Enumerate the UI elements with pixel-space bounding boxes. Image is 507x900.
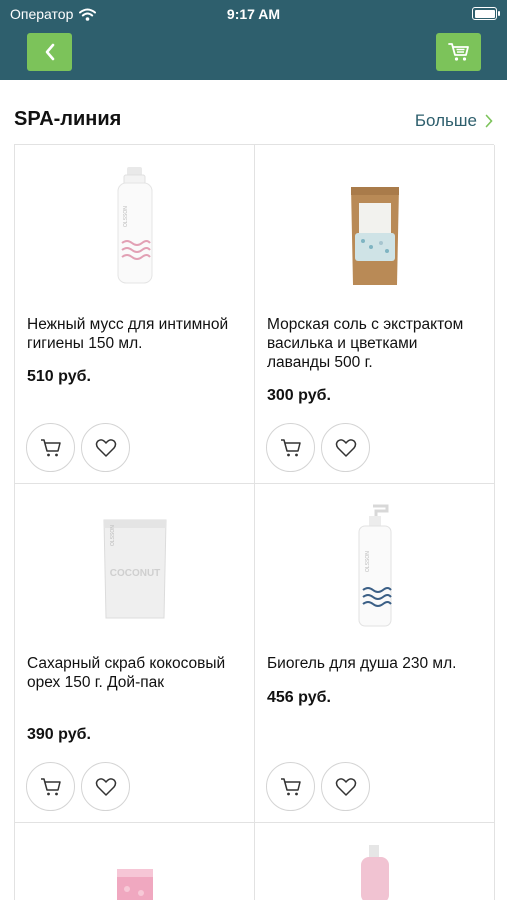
status-time: 9:17 AM: [226, 6, 281, 22]
cart-icon: [40, 777, 61, 795]
add-to-cart-button[interactable]: [26, 423, 75, 472]
more-link[interactable]: Больше: [415, 111, 493, 131]
mousse-bottle-image: OLSSON: [117, 167, 152, 284]
product-image: [15, 823, 254, 900]
product-image: OLSSON: [15, 145, 254, 305]
add-to-cart-button[interactable]: [26, 762, 75, 811]
product-price: 300 руб.: [267, 387, 331, 404]
pink-bottle-image: [360, 845, 389, 900]
product-image: [255, 823, 494, 900]
chevron-left-icon: [45, 43, 54, 61]
navigation-bar: Оператор 9:17 AM: [0, 0, 507, 80]
product-actions: [266, 762, 370, 811]
product-image: OLSSON: [255, 484, 494, 644]
cart-icon: [40, 438, 61, 456]
heart-icon: [95, 438, 116, 457]
favorite-button[interactable]: [321, 423, 370, 472]
battery-icon: [472, 7, 500, 20]
product-card[interactable]: [15, 823, 255, 900]
salt-pouch-image: [350, 187, 399, 285]
product-name: Нежный мусс для интимной гигиены 150 мл.: [27, 316, 229, 352]
product-card[interactable]: [255, 823, 495, 900]
product-actions: [266, 423, 370, 472]
favorite-button[interactable]: [81, 762, 130, 811]
product-price: 456 руб.: [267, 689, 331, 706]
heart-icon: [95, 777, 116, 796]
product-name: Морская соль с экстрактом василька и цве…: [267, 316, 464, 371]
product-actions: [26, 762, 130, 811]
coconut-label: COCONUT: [109, 568, 160, 579]
section-header: SPA-линия Больше: [14, 105, 493, 135]
cart-icon: [280, 438, 301, 456]
add-to-cart-button[interactable]: [266, 762, 315, 811]
brand-label: OLSSON: [110, 525, 116, 546]
status-bar: Оператор 9:17 AM: [0, 0, 507, 28]
product-name: Биогель для душа 230 мл.: [267, 655, 457, 672]
favorite-button[interactable]: [321, 762, 370, 811]
product-price: 510 руб.: [27, 368, 91, 385]
product-card[interactable]: OLSSON Нежный мусс для интимной гигиены …: [15, 145, 255, 484]
product-image: COCONUT OLSSON: [15, 484, 254, 644]
heart-icon: [335, 438, 356, 457]
product-card[interactable]: Морская соль с экстрактом василька и цве…: [255, 145, 495, 484]
cart-icon: [280, 777, 301, 795]
section-title: SPA-линия: [14, 108, 122, 130]
favorite-button[interactable]: [81, 423, 130, 472]
product-card[interactable]: COCONUT OLSSON Сахарный скраб кокосовый …: [15, 484, 255, 823]
chevron-right-icon: [485, 114, 493, 128]
back-button[interactable]: [27, 33, 72, 71]
brand-label: OLSSON: [365, 551, 371, 572]
brand-label: OLSSON: [123, 206, 129, 227]
heart-icon: [335, 777, 356, 796]
scrub-pouch-image: COCONUT OLSSON: [102, 519, 167, 619]
shower-gel-bottle-image: OLSSON: [358, 504, 392, 627]
product-actions: [26, 423, 130, 472]
product-card[interactable]: OLSSON Биогель для душа 230 мл. 456 руб.: [255, 484, 495, 823]
product-grid: OLSSON Нежный мусс для интимной гигиены …: [14, 144, 495, 900]
cart-button[interactable]: [436, 33, 481, 71]
add-to-cart-button[interactable]: [266, 423, 315, 472]
cart-icon: [447, 43, 469, 61]
product-price: 390 руб.: [27, 726, 91, 743]
scrub-tube-image: [116, 869, 153, 900]
product-name: Сахарный скраб кокосовый орех 150 г. Дой…: [27, 655, 226, 691]
more-label: Больше: [414, 111, 477, 130]
product-image: [255, 145, 494, 305]
